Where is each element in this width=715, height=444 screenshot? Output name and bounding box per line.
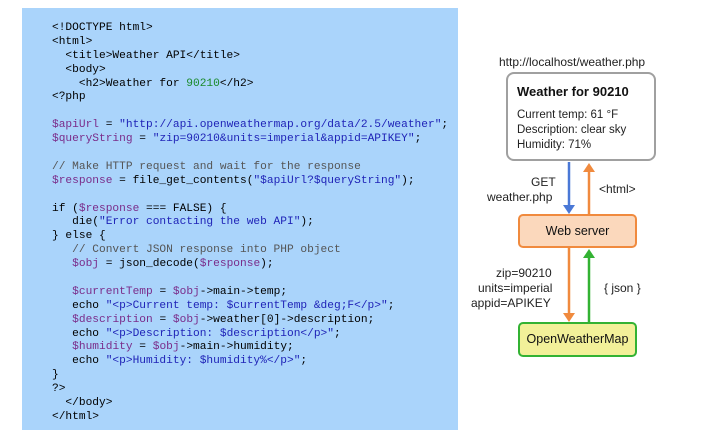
json-response-label: { json } xyxy=(604,281,641,295)
web-server-box: Web server xyxy=(518,214,637,248)
api-request-arrow xyxy=(563,248,575,322)
html-arrow xyxy=(583,163,595,214)
openweathermap-box: OpenWeatherMap xyxy=(518,322,637,357)
get-arrow xyxy=(563,162,575,214)
api-request-label-units: units=imperial xyxy=(478,281,553,295)
get-label-line2: weather.php xyxy=(487,190,553,204)
api-request-label-appid: appid=APIKEY xyxy=(471,296,551,310)
json-response-arrow xyxy=(583,249,595,322)
api-request-label-zip: zip=90210 xyxy=(496,266,552,280)
html-response-label: <html> xyxy=(599,182,636,196)
get-label-line1: GET xyxy=(531,175,556,189)
